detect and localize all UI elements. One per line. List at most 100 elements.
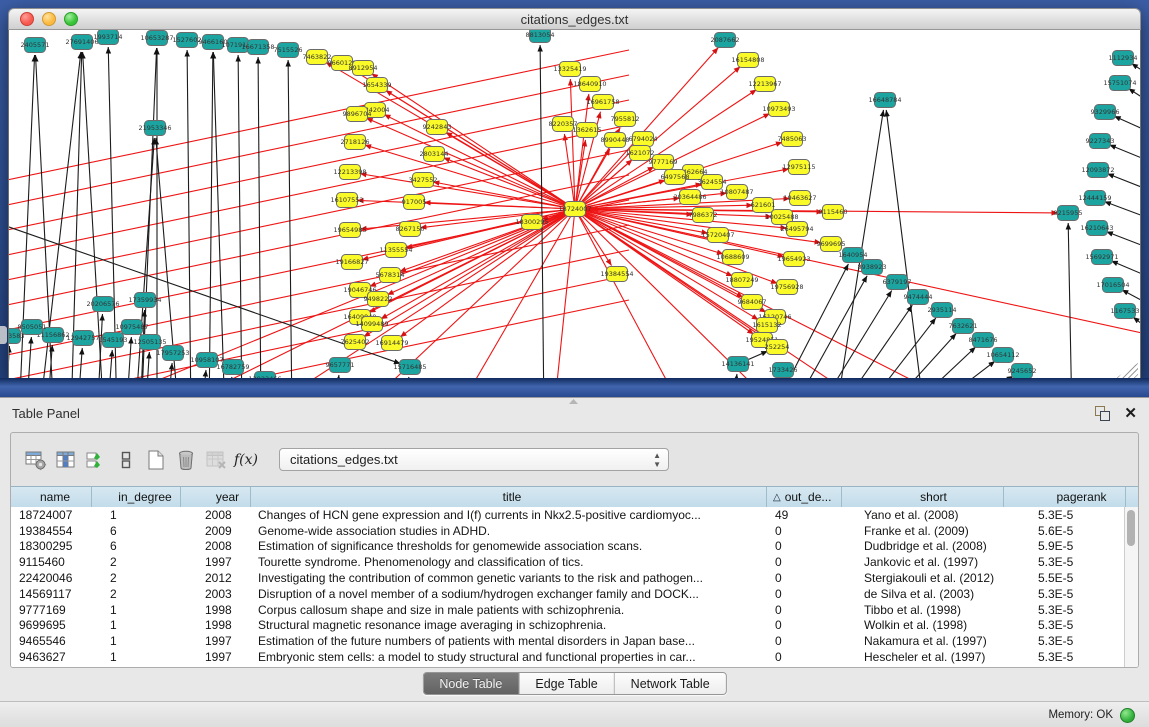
column-header-pagerank[interactable]: pagerank — [1004, 487, 1126, 507]
table-cell[interactable]: Investigating the contribution of common… — [251, 571, 767, 585]
table-cell[interactable]: 2 — [92, 555, 181, 569]
table-cell[interactable]: de Silva et al. (2003) — [842, 587, 1004, 601]
delete-rows-icon[interactable] — [171, 445, 201, 475]
table-cell[interactable]: Tourette syndrome. Phenomenology and cla… — [251, 555, 767, 569]
vertical-scrollbar[interactable] — [1124, 507, 1138, 667]
table-cell[interactable]: 2009 — [181, 524, 251, 538]
function-builder-icon[interactable]: f(x) — [231, 445, 261, 475]
table-cell[interactable]: 2012 — [181, 571, 251, 585]
table-cell[interactable]: 1 — [92, 618, 181, 632]
table-cell[interactable]: Tibbo et al. (1998) — [842, 603, 1004, 617]
table-cell[interactable]: Changes of HCN gene expression and I(f) … — [251, 508, 767, 522]
table-cell[interactable]: 18300295 — [11, 539, 92, 553]
table-cell[interactable]: 0 — [767, 634, 842, 648]
table-cell[interactable]: Stergiakouli et al. (2012) — [842, 571, 1004, 585]
table-cell[interactable]: 0 — [767, 650, 842, 664]
column-header-title[interactable]: title — [251, 487, 767, 507]
close-panel-icon[interactable]: ✕ — [1124, 406, 1137, 421]
tab-edge-table[interactable]: Edge Table — [519, 673, 614, 694]
table-cell[interactable]: 1 — [92, 603, 181, 617]
memory-indicator-icon[interactable] — [1120, 708, 1135, 723]
table-cell[interactable]: 0 — [767, 524, 842, 538]
table-cell[interactable]: Structural magnetic resonance image aver… — [251, 618, 767, 632]
table-cell[interactable]: 1 — [92, 508, 181, 522]
table-cell[interactable]: 0 — [767, 618, 842, 632]
column-header-year[interactable]: year — [181, 487, 251, 507]
table-cell[interactable]: Wolkin et al. (1998) — [842, 618, 1004, 632]
scrollbar-thumb[interactable] — [1127, 510, 1135, 546]
table-row[interactable]: 1938455462009Genome-wide association stu… — [11, 523, 1138, 539]
table-cell[interactable]: 5.5E-5 — [1004, 571, 1126, 585]
table-cell[interactable]: Nakamura et al. (1997) — [842, 634, 1004, 648]
table-row[interactable]: 977716911998Corpus callosum shape and si… — [11, 602, 1138, 618]
window-titlebar[interactable]: citations_edges.txt — [8, 8, 1141, 30]
table-cell[interactable]: 5.3E-5 — [1004, 555, 1126, 569]
table-cell[interactable]: 2003 — [181, 587, 251, 601]
table-cell[interactable]: 2 — [92, 587, 181, 601]
table-row[interactable]: 1872400712008Changes of HCN gene express… — [11, 507, 1138, 523]
create-table-icon[interactable] — [141, 445, 171, 475]
select-all-columns-icon[interactable] — [81, 445, 111, 475]
table-cell[interactable]: 5.3E-5 — [1004, 618, 1126, 632]
table-cell[interactable]: 5.3E-5 — [1004, 650, 1126, 664]
table-cell[interactable]: 1998 — [181, 618, 251, 632]
table-cell[interactable]: 1997 — [181, 634, 251, 648]
tab-network-table[interactable]: Network Table — [615, 673, 726, 694]
table-cell[interactable]: 2 — [92, 571, 181, 585]
table-cell[interactable]: Jankovic et al. (1997) — [842, 555, 1004, 569]
table-cell[interactable]: 5.3E-5 — [1004, 508, 1126, 522]
table-cell[interactable]: 9465546 — [11, 634, 92, 648]
table-cell[interactable]: Corpus callosum shape and size in male p… — [251, 603, 767, 617]
panel-collapse-handle[interactable] — [0, 326, 7, 344]
table-cell[interactable]: 1998 — [181, 603, 251, 617]
table-row[interactable]: 1456911722003Disruption of a novel membe… — [11, 586, 1138, 602]
table-cell[interactable]: 9115460 — [11, 555, 92, 569]
table-cell[interactable]: 1 — [92, 634, 181, 648]
table-cell[interactable]: 6 — [92, 524, 181, 538]
show-columns-icon[interactable] — [51, 445, 81, 475]
table-cell[interactable]: 0 — [767, 587, 842, 601]
table-cell[interactable]: 49 — [767, 508, 842, 522]
table-cell[interactable]: Dudbridge et al. (2008) — [842, 539, 1004, 553]
table-row[interactable]: 2242004622012Investigating the contribut… — [11, 570, 1138, 586]
column-header-name[interactable]: name — [11, 487, 92, 507]
column-header-in-degree[interactable]: in_degree — [92, 487, 181, 507]
network-canvas[interactable]: 2405571276914061993714106532871527602946… — [8, 30, 1141, 380]
table-cell[interactable]: 5.3E-5 — [1004, 634, 1126, 648]
table-cell[interactable]: 1997 — [181, 650, 251, 664]
table-cell[interactable]: Franke et al. (2009) — [842, 524, 1004, 538]
table-cell[interactable]: 22420046 — [11, 571, 92, 585]
table-cell[interactable]: 5.9E-5 — [1004, 539, 1126, 553]
column-header-short[interactable]: short — [842, 487, 1004, 507]
tab-node-table[interactable]: Node Table — [423, 673, 519, 694]
table-cell[interactable]: 0 — [767, 571, 842, 585]
table-cell[interactable]: 19384554 — [11, 524, 92, 538]
table-cell[interactable]: Estimation of significance thresholds fo… — [251, 539, 767, 553]
table-row[interactable]: 1830029562008Estimation of significance … — [11, 539, 1138, 555]
table-cell[interactable]: 0 — [767, 555, 842, 569]
table-selector-dropdown[interactable]: citations_edges.txt ▲▼ — [279, 448, 669, 471]
table-cell[interactable]: 2008 — [181, 539, 251, 553]
table-cell[interactable]: Embryonic stem cells: a model to study s… — [251, 650, 767, 664]
unselect-columns-icon[interactable] — [111, 445, 141, 475]
table-cell[interactable]: Hescheler et al. (1997) — [842, 650, 1004, 664]
network-svg[interactable]: 2405571276914061993714106532871527602946… — [9, 30, 1140, 380]
table-cell[interactable]: Disruption of a novel member of a sodium… — [251, 587, 767, 601]
table-cell[interactable]: 0 — [767, 539, 842, 553]
table-cell[interactable]: 2008 — [181, 508, 251, 522]
table-cell[interactable]: 5.3E-5 — [1004, 603, 1126, 617]
table-cell[interactable]: Yano et al. (2008) — [842, 508, 1004, 522]
table-settings-icon[interactable] — [21, 445, 51, 475]
table-row[interactable]: 946554611997Estimation of the future num… — [11, 633, 1138, 649]
table-cell[interactable]: 1 — [92, 650, 181, 664]
table-cell[interactable]: 1997 — [181, 555, 251, 569]
network-window[interactable]: citations_edges.txt 24055712769140619937… — [8, 8, 1141, 378]
float-panel-icon[interactable] — [1095, 406, 1110, 421]
table-cell[interactable]: Genome-wide association studies in ADHD. — [251, 524, 767, 538]
table-cell[interactable]: 6 — [92, 539, 181, 553]
table-cell[interactable]: 5.6E-5 — [1004, 524, 1126, 538]
table-row[interactable]: 969969511998Structural magnetic resonanc… — [11, 618, 1138, 634]
table-cell[interactable]: 5.3E-5 — [1004, 587, 1126, 601]
table-row[interactable]: 911546021997Tourette syndrome. Phenomeno… — [11, 554, 1138, 570]
table-cell[interactable]: 9777169 — [11, 603, 92, 617]
